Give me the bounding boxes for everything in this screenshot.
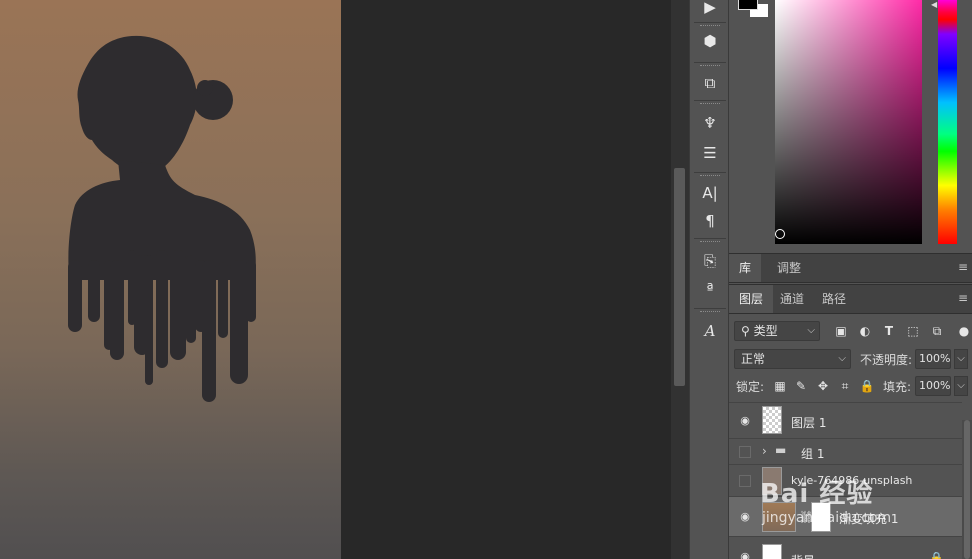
lock-transparent-icon[interactable]: ▦	[771, 377, 789, 395]
lock-all-icon[interactable]: 🔒	[858, 377, 876, 395]
adjustment-filter-icon[interactable]: ◐	[856, 322, 874, 340]
panel-grip[interactable]	[700, 103, 720, 105]
fill-input[interactable]: 100%	[915, 376, 951, 396]
fill-label: 填充:	[883, 380, 912, 394]
tab-adjustments[interactable]: 调整	[767, 254, 811, 282]
search-icon: ⚲	[741, 324, 754, 338]
library-tabbar: 库 调整 ≡	[729, 253, 972, 283]
panel-menu-icon[interactable]: ≡	[958, 292, 968, 304]
chevron-down-icon: ⌵	[807, 325, 815, 336]
blend-mode-value: 正常	[741, 352, 766, 366]
lock-icon: 🔒	[929, 551, 944, 559]
panel-grip[interactable]	[700, 311, 720, 313]
pixel-filter-icon[interactable]: ▣	[832, 322, 850, 340]
layer-name[interactable]: 背景	[791, 552, 815, 559]
layer-row[interactable]: ◉ 背景 🔒	[729, 536, 962, 559]
filter-toggle-icon[interactable]: ●	[955, 322, 972, 340]
3d-cube-icon[interactable]: ⬢	[696, 28, 724, 54]
foreground-color-swatch[interactable]	[738, 0, 758, 10]
paragraph-icon[interactable]: ¶	[696, 208, 724, 234]
tool-divider	[694, 22, 726, 23]
layer-row[interactable]: ◉ 图层 1	[729, 402, 962, 438]
panel-menu-icon[interactable]: ≡	[958, 261, 968, 273]
right-panel: ◀ 库 调整 ≡ 图层 通道 路径 ≡ ⚲ 类型 ⌵ ▣ ◐ T ⬚ ⧉ ● 正…	[729, 0, 972, 559]
visibility-toggle[interactable]	[739, 475, 751, 487]
color-picker-marker[interactable]	[775, 229, 785, 239]
eye-icon[interactable]: ◉	[738, 510, 752, 524]
tool-divider	[694, 62, 726, 63]
layer-thumbnail	[762, 467, 782, 495]
layer-mask-thumbnail[interactable]	[811, 502, 831, 532]
folder-icon: ▬	[775, 443, 787, 457]
layer-thumbnail	[762, 406, 782, 434]
opacity-label: 不透明度:	[860, 353, 913, 367]
tool-divider	[694, 100, 726, 101]
gradient-fill-thumbnail	[762, 502, 796, 532]
scrollbar-thumb[interactable]	[964, 420, 970, 559]
adjust-sliders-icon[interactable]: ☰	[696, 140, 724, 166]
fill-dropdown-icon[interactable]: ⌵	[954, 376, 968, 396]
layer-filter-row: ⚲ 类型 ⌵ ▣ ◐ T ⬚ ⧉ ●	[729, 318, 972, 344]
tab-library[interactable]: 库	[729, 254, 762, 282]
tab-paths[interactable]: 路径	[812, 285, 856, 313]
transform-icon[interactable]: ⧉	[696, 70, 724, 96]
panel-grip[interactable]	[700, 241, 720, 243]
layer-name[interactable]: 图层 1	[791, 414, 826, 431]
layer-row[interactable]: kyle-764986-unsplash	[729, 464, 962, 496]
filter-kind-select[interactable]: ⚲ 类型 ⌵	[734, 321, 820, 341]
lock-artboard-icon[interactable]: ⌗	[836, 377, 854, 395]
tab-channels[interactable]: 通道	[770, 285, 814, 313]
tool-divider	[694, 172, 726, 173]
blend-row: 正常 ⌵ 不透明度: 100% ⌵	[729, 346, 972, 372]
layers-scrollbar[interactable]	[962, 420, 972, 559]
eye-icon[interactable]: ◉	[738, 414, 752, 428]
brush-preset-icon[interactable]: ♆	[696, 110, 724, 136]
chevron-down-icon: ⌵	[838, 353, 846, 364]
layer-name[interactable]: kyle-764986-unsplash	[791, 474, 912, 487]
canvas-vertical-scrollbar[interactable]	[671, 0, 689, 559]
layers-panel: ⚲ 类型 ⌵ ▣ ◐ T ⬚ ⧉ ● 正常 ⌵ 不透明度: 100% ⌵ 锁定:…	[729, 315, 972, 559]
panel-grip[interactable]	[700, 65, 720, 67]
hue-slider[interactable]	[938, 0, 957, 244]
tool-divider	[694, 238, 726, 239]
type-filter-icon[interactable]: T	[880, 322, 898, 340]
visibility-toggle[interactable]	[739, 446, 751, 458]
type-style-icon[interactable]: A	[696, 318, 724, 344]
blend-mode-select[interactable]: 正常 ⌵	[734, 349, 851, 369]
character-icon[interactable]: A|	[696, 180, 724, 206]
scrollbar-thumb[interactable]	[674, 168, 685, 386]
glyph-icon[interactable]: ª	[696, 276, 724, 302]
panel-grip[interactable]	[700, 175, 720, 177]
lock-row: 锁定: ▦ ✎ ✥ ⌗ 🔒 填充: 100% ⌵	[729, 373, 972, 399]
filter-kind-label: 类型	[753, 324, 778, 338]
silhouette-artwork	[68, 35, 256, 402]
layer-thumbnail	[762, 544, 782, 559]
layers-tabbar: 图层 通道 路径 ≡	[729, 284, 972, 314]
play-icon[interactable]: ▶	[696, 0, 724, 20]
layer-name[interactable]: 渐变填充 1	[839, 510, 898, 527]
lock-label: 锁定:	[736, 380, 765, 394]
lock-image-icon[interactable]: ✎	[792, 377, 810, 395]
color-picker-field[interactable]	[775, 0, 922, 244]
panel-grip[interactable]	[700, 25, 720, 27]
expand-chevron-icon[interactable]: ›	[762, 444, 767, 458]
shape-filter-icon[interactable]: ⬚	[904, 322, 922, 340]
lock-position-icon[interactable]: ✥	[814, 377, 832, 395]
layer-row[interactable]: › ▬ 组 1	[729, 438, 962, 464]
opacity-dropdown-icon[interactable]: ⌵	[954, 349, 968, 369]
tab-layers[interactable]: 图层	[729, 285, 774, 313]
layer-row[interactable]: ◉ ⛓ 渐变填充 1	[729, 496, 962, 536]
layer-name[interactable]: 组 1	[801, 445, 824, 462]
clone-source-icon[interactable]: ⎘	[696, 248, 724, 274]
tool-divider	[694, 308, 726, 309]
smart-object-filter-icon[interactable]: ⧉	[928, 322, 946, 340]
document-canvas[interactable]	[0, 0, 341, 559]
hue-slider-arrow-icon[interactable]: ◀	[931, 1, 938, 9]
pasteboard	[341, 0, 671, 559]
eye-icon[interactable]: ◉	[738, 550, 752, 559]
panel-icons-strip: ▶ ⬢ ⧉ ♆ ☰ A| ¶ ⎘ ª A	[689, 0, 729, 559]
opacity-input[interactable]: 100%	[915, 349, 951, 369]
